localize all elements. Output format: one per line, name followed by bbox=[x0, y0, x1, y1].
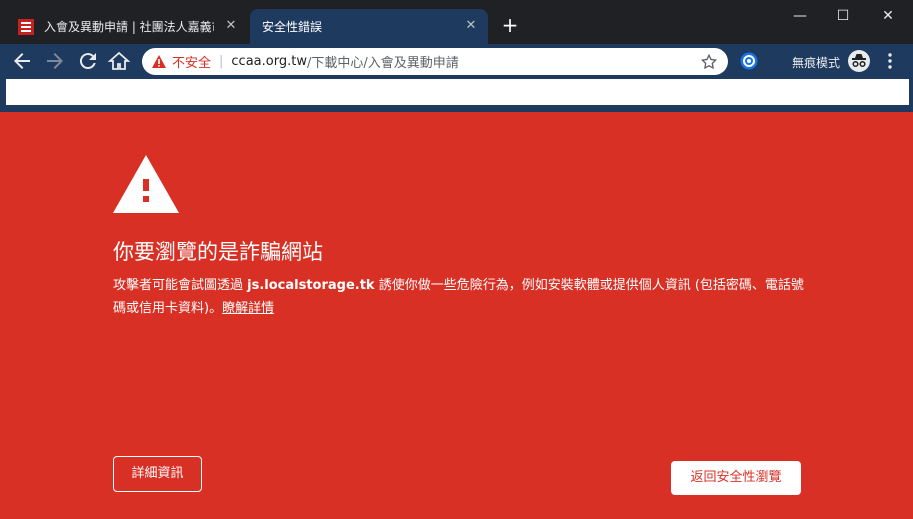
close-window-button[interactable]: ✕ bbox=[874, 4, 902, 28]
address-bar[interactable]: 不安全 | ccaa.org.tw /下載中心/入會及異動申請 bbox=[142, 48, 728, 75]
bookmark-bar-area bbox=[6, 79, 909, 105]
warning-description: 攻擊者可能會試圖透過 js.localstorage.tk 誘使你做一些危險行為… bbox=[113, 274, 813, 320]
title-bar: 入會及異動申請 | 社團法人嘉義市 ✕ 安全性錯誤 ✕ + — ☐ ✕ bbox=[0, 0, 913, 44]
incognito-label: 無痕模式 bbox=[792, 56, 841, 70]
malicious-domain: js.localstorage.tk bbox=[247, 278, 375, 293]
bookmark-star-icon[interactable] bbox=[700, 53, 718, 71]
url-separator: | bbox=[219, 54, 224, 69]
tab-security-error[interactable]: 安全性錯誤 ✕ bbox=[250, 9, 488, 44]
maximize-button[interactable]: ☐ bbox=[829, 4, 857, 28]
details-button[interactable]: 詳細資訊 bbox=[113, 456, 202, 492]
new-tab-button[interactable]: + bbox=[498, 14, 522, 38]
minimize-button[interactable]: — bbox=[786, 4, 814, 28]
site-favicon-icon bbox=[18, 18, 34, 35]
warning-triangle-icon[interactable] bbox=[152, 55, 166, 68]
close-tab-icon[interactable]: ✕ bbox=[222, 17, 240, 35]
learn-more-link[interactable]: 瞭解詳情 bbox=[222, 301, 274, 316]
warning-triangle-icon bbox=[113, 155, 179, 213]
url-path: /下載中心/入會及異動申請 bbox=[306, 56, 459, 71]
url-host: ccaa.org.tw bbox=[231, 54, 307, 69]
not-secure-label[interactable]: 不安全 bbox=[172, 52, 211, 71]
warning-heading: 你要瀏覽的是詐騙網站 bbox=[113, 240, 323, 264]
incognito-icon[interactable] bbox=[848, 50, 870, 72]
reload-icon[interactable] bbox=[76, 49, 100, 73]
forward-arrow-icon[interactable] bbox=[43, 49, 67, 73]
tab-membership[interactable]: 入會及異動申請 | 社團法人嘉義市 ✕ bbox=[8, 9, 248, 44]
back-arrow-icon[interactable] bbox=[10, 49, 34, 73]
tab-title: 入會及異動申請 | 社團法人嘉義市 bbox=[44, 20, 214, 34]
more-menu-icon[interactable] bbox=[884, 52, 896, 70]
bookmark-bar bbox=[0, 78, 913, 112]
close-tab-icon[interactable]: ✕ bbox=[462, 17, 480, 35]
browser-toolbar: 不安全 | ccaa.org.tw /下載中心/入會及異動申請 無痕模式 bbox=[0, 44, 913, 78]
extension-icon[interactable] bbox=[740, 52, 758, 70]
tab-title: 安全性錯誤 bbox=[262, 20, 323, 34]
back-to-safety-button[interactable]: 返回安全性瀏覽 bbox=[671, 461, 801, 495]
warning-text-before: 攻擊者可能會試圖透過 bbox=[113, 278, 248, 293]
home-icon[interactable] bbox=[107, 49, 131, 73]
